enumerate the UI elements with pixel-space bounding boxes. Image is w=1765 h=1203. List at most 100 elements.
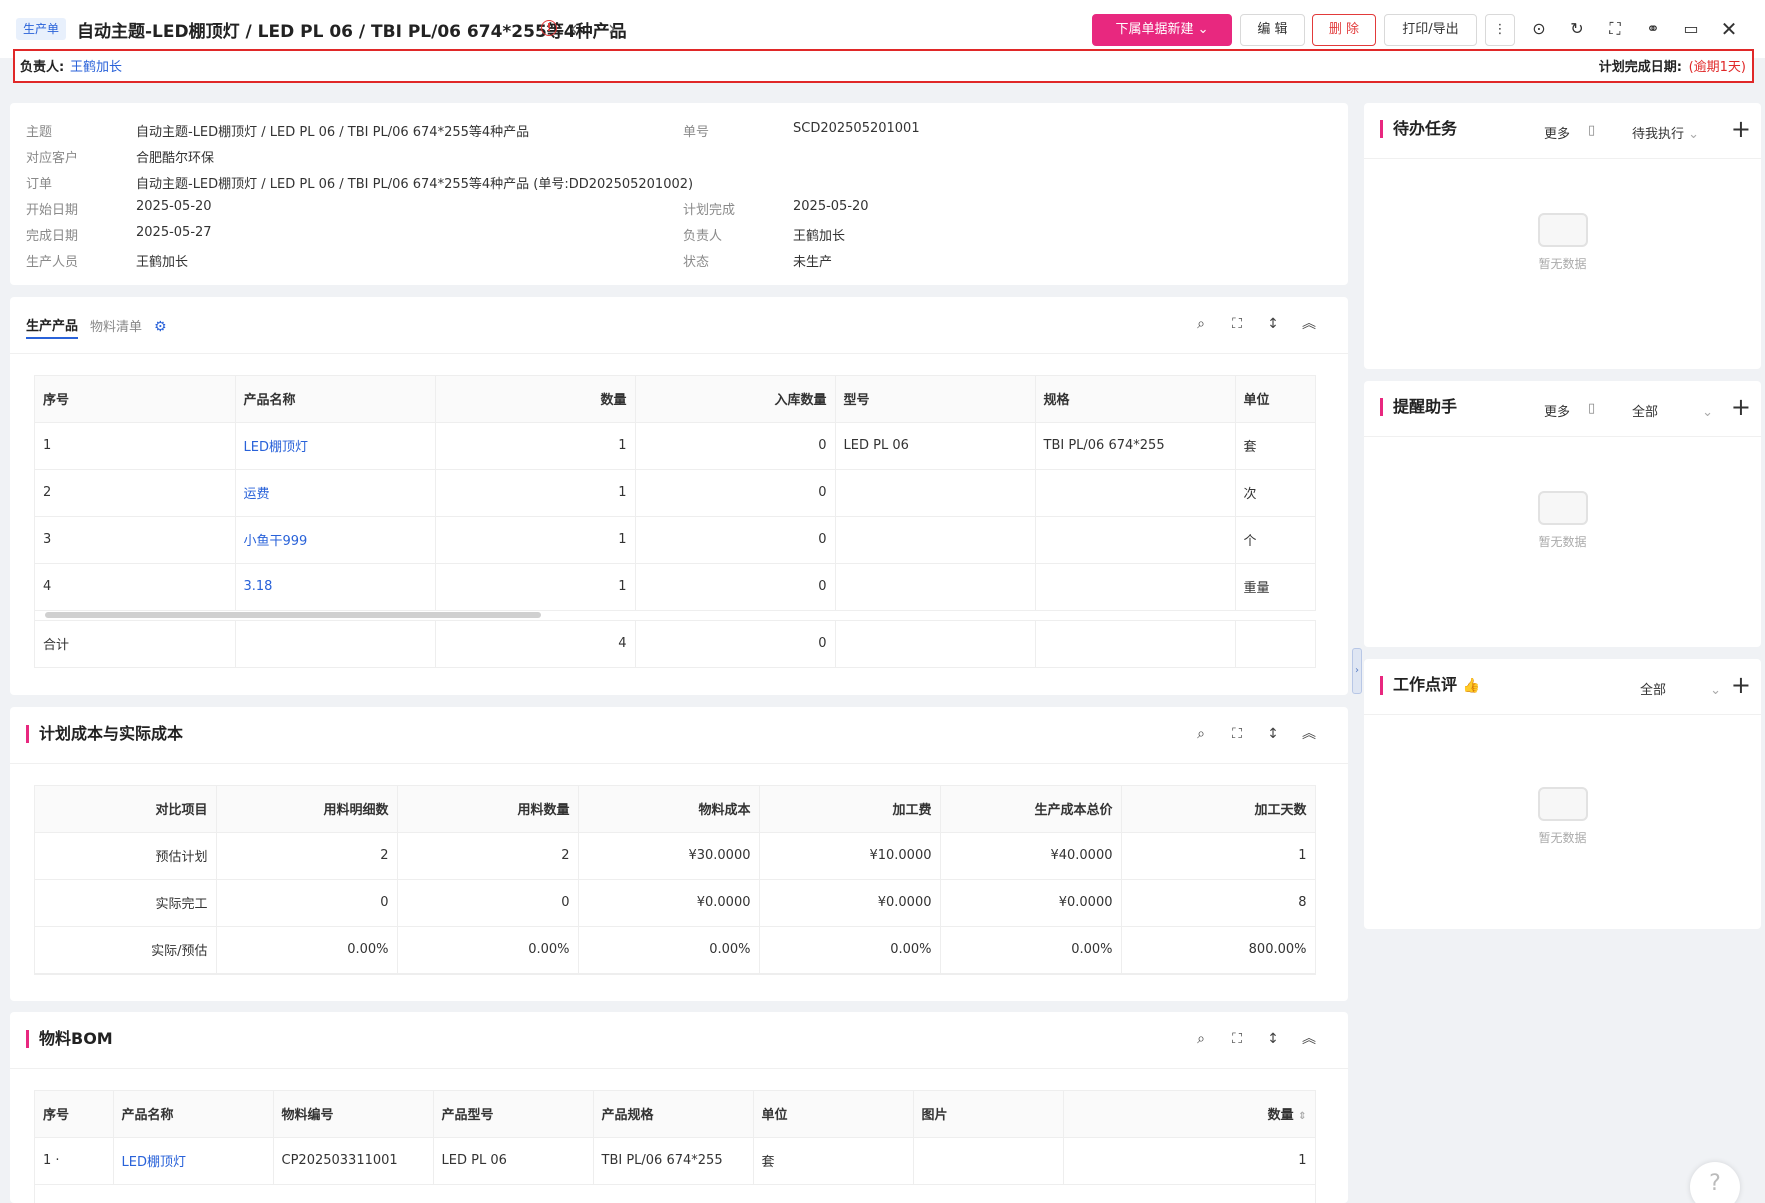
order-label: 订单 xyxy=(26,177,53,192)
horizontal-scrollbar[interactable] xyxy=(45,612,541,618)
empty-inbox-icon xyxy=(1537,491,1588,525)
fullscreen-icon[interactable]: ⛶ xyxy=(1604,18,1626,40)
col-spec[interactable]: 规格 xyxy=(1035,376,1236,423)
cell: 2 xyxy=(216,832,398,880)
add-review-icon[interactable]: + xyxy=(1731,671,1751,699)
collapse-icon[interactable]: ︽ xyxy=(1300,1030,1318,1048)
cell: 1 xyxy=(1063,1137,1316,1185)
sort-icon[interactable]: ↕ xyxy=(1264,1030,1282,1048)
help-icon[interactable]: ? xyxy=(1690,1162,1740,1203)
col-index[interactable]: 序号 xyxy=(35,376,236,423)
sort-icon[interactable]: ↕ xyxy=(1264,315,1282,333)
col-material-lines[interactable]: 用料明细数 xyxy=(216,786,398,833)
cost-section-title: 计划成本与实际成本 xyxy=(26,725,183,743)
col-unit[interactable]: 单位 xyxy=(753,1091,914,1138)
chevron-left-icon[interactable]: ‹ xyxy=(570,16,578,40)
panel-toggle-handle[interactable]: › xyxy=(1352,648,1362,694)
total-stock: 0 xyxy=(635,620,836,668)
review-panel: 工作点评 👍 全部 ⌄ + 暂无数据 xyxy=(1364,659,1761,929)
col-product-spec[interactable]: 产品规格 xyxy=(593,1091,754,1138)
todo-more-link[interactable]: 更多 xyxy=(1544,123,1570,142)
todo-filter-select[interactable]: 待我执行 ⌄ xyxy=(1632,123,1699,142)
delete-button[interactable]: 删 除 xyxy=(1312,14,1376,46)
product-link[interactable]: 小鱼干999 xyxy=(235,516,436,564)
product-link[interactable]: LED棚顶灯 xyxy=(235,422,436,470)
product-link[interactable]: 3.18 xyxy=(235,563,436,611)
col-index[interactable]: 序号 xyxy=(35,1091,114,1138)
col-stock-qty[interactable]: 入库数量 xyxy=(635,376,836,423)
due-date-label: 计划完成日期: xyxy=(1598,60,1682,75)
print-export-button[interactable]: 打印/导出 xyxy=(1384,14,1477,46)
cell: 0.00% xyxy=(759,926,941,974)
col-material-cost[interactable]: 物料成本 xyxy=(578,786,760,833)
col-material-code[interactable]: 物料编号 xyxy=(273,1091,434,1138)
col-product-name[interactable]: 产品名称 xyxy=(113,1091,274,1138)
expand-icon[interactable]: ⛶ xyxy=(1228,725,1246,743)
table-row[interactable]: 2 运费 1 0 次 xyxy=(35,469,1316,517)
laptop-icon[interactable]: ▭ xyxy=(1680,18,1702,40)
tab-bom-list[interactable]: 物料清单 xyxy=(90,316,142,338)
todo-panel: 待办任务 更多 ▯ 待我执行 ⌄ + 暂无数据 xyxy=(1364,103,1761,369)
sort-icon[interactable]: ⇕ xyxy=(1298,1111,1306,1122)
warning-icon[interactable]: ! xyxy=(541,20,557,36)
col-material-qty[interactable]: 用料数量 xyxy=(397,786,579,833)
play-icon[interactable]: ⊙ xyxy=(1528,18,1550,40)
review-filter-select[interactable]: 全部 ⌄ xyxy=(1640,679,1721,698)
close-icon[interactable]: ✕ xyxy=(1718,18,1740,40)
col-process-fee[interactable]: 加工费 xyxy=(759,786,941,833)
status-label: 状态 xyxy=(683,255,710,270)
overdue-badge: (逾期1天) xyxy=(1688,60,1746,75)
table-row[interactable]: 1 · LED棚顶灯 CP202503311001 LED PL 06 TBI … xyxy=(35,1137,1316,1185)
sort-icon[interactable]: ↕ xyxy=(1264,725,1282,743)
new-child-button[interactable]: 下属单据新建 ⌄ xyxy=(1092,14,1232,46)
cell: 1 · xyxy=(35,1137,114,1185)
col-qty[interactable]: 数量 ⇕ xyxy=(1063,1091,1316,1138)
col-product-model[interactable]: 产品型号 xyxy=(433,1091,594,1138)
col-process-days[interactable]: 加工天数 xyxy=(1121,786,1316,833)
table-row[interactable]: 3 小鱼干999 1 0 个 xyxy=(35,516,1316,564)
refresh-icon[interactable]: ↻ xyxy=(1566,18,1588,40)
col-unit[interactable]: 单位 xyxy=(1235,376,1316,423)
thumbs-up-icon[interactable]: 👍 xyxy=(1463,678,1480,694)
tab-products[interactable]: 生产产品 xyxy=(26,315,79,339)
col-image[interactable]: 图片 xyxy=(913,1091,1064,1138)
cell: 0.00% xyxy=(578,926,760,974)
col-product-name[interactable]: 产品名称 xyxy=(235,376,436,423)
order-link[interactable]: 自动主题-LED棚顶灯 / LED PL 06 / TBI PL/06 674*… xyxy=(136,173,693,192)
product-link[interactable]: 运费 xyxy=(235,469,436,517)
table-row[interactable]: 1 LED棚顶灯 1 0 LED PL 06 TBI PL/06 674*255… xyxy=(35,422,1316,470)
more-actions-icon[interactable]: ⋮ xyxy=(1485,14,1515,46)
cell: 0.00% xyxy=(397,926,579,974)
product-link[interactable]: LED棚顶灯 xyxy=(113,1137,274,1185)
remind-more-link[interactable]: 更多 xyxy=(1544,401,1570,420)
add-todo-icon[interactable]: + xyxy=(1731,115,1751,143)
expand-icon[interactable]: ⛶ xyxy=(1228,1030,1246,1048)
chevron-right-icon[interactable]: › xyxy=(608,16,616,40)
remind-filter-select[interactable]: 全部 ⌄ xyxy=(1632,401,1713,420)
book-icon[interactable]: ▯ xyxy=(1588,123,1595,138)
expand-icon[interactable]: ⛶ xyxy=(1228,315,1246,333)
col-qty[interactable]: 数量 xyxy=(435,376,636,423)
link-icon[interactable]: ⚭ xyxy=(1642,18,1664,40)
search-icon[interactable]: ⌕ xyxy=(1192,725,1210,743)
cell: 0 xyxy=(635,563,836,611)
owner-name-link[interactable]: 王鹤加长 xyxy=(70,56,122,75)
collapse-icon[interactable]: ︽ xyxy=(1300,725,1318,743)
edit-button[interactable]: 编 辑 xyxy=(1240,14,1305,46)
table-row[interactable]: 4 3.18 1 0 重量 xyxy=(35,563,1316,611)
col-model[interactable]: 型号 xyxy=(835,376,1036,423)
collapse-icon[interactable]: ︽ xyxy=(1300,315,1318,333)
cell xyxy=(835,620,1036,668)
cell: 重量 xyxy=(1235,563,1316,611)
cell xyxy=(1035,516,1236,564)
book-icon[interactable]: ▯ xyxy=(1588,401,1595,416)
gear-icon[interactable]: ⚙ xyxy=(154,319,167,335)
add-reminder-icon[interactable]: + xyxy=(1731,393,1751,421)
search-icon[interactable]: ⌕ xyxy=(1192,1030,1210,1048)
col-total-cost[interactable]: 生产成本总价 xyxy=(940,786,1122,833)
col-compare-item[interactable]: 对比项目 xyxy=(35,786,217,833)
search-icon[interactable]: ⌕ xyxy=(1192,315,1210,333)
chevron-down-icon: ⌄ xyxy=(1702,405,1714,420)
number-label: 单号 xyxy=(683,125,710,140)
customer-link[interactable]: 合肥酷尔环保 xyxy=(136,147,214,166)
